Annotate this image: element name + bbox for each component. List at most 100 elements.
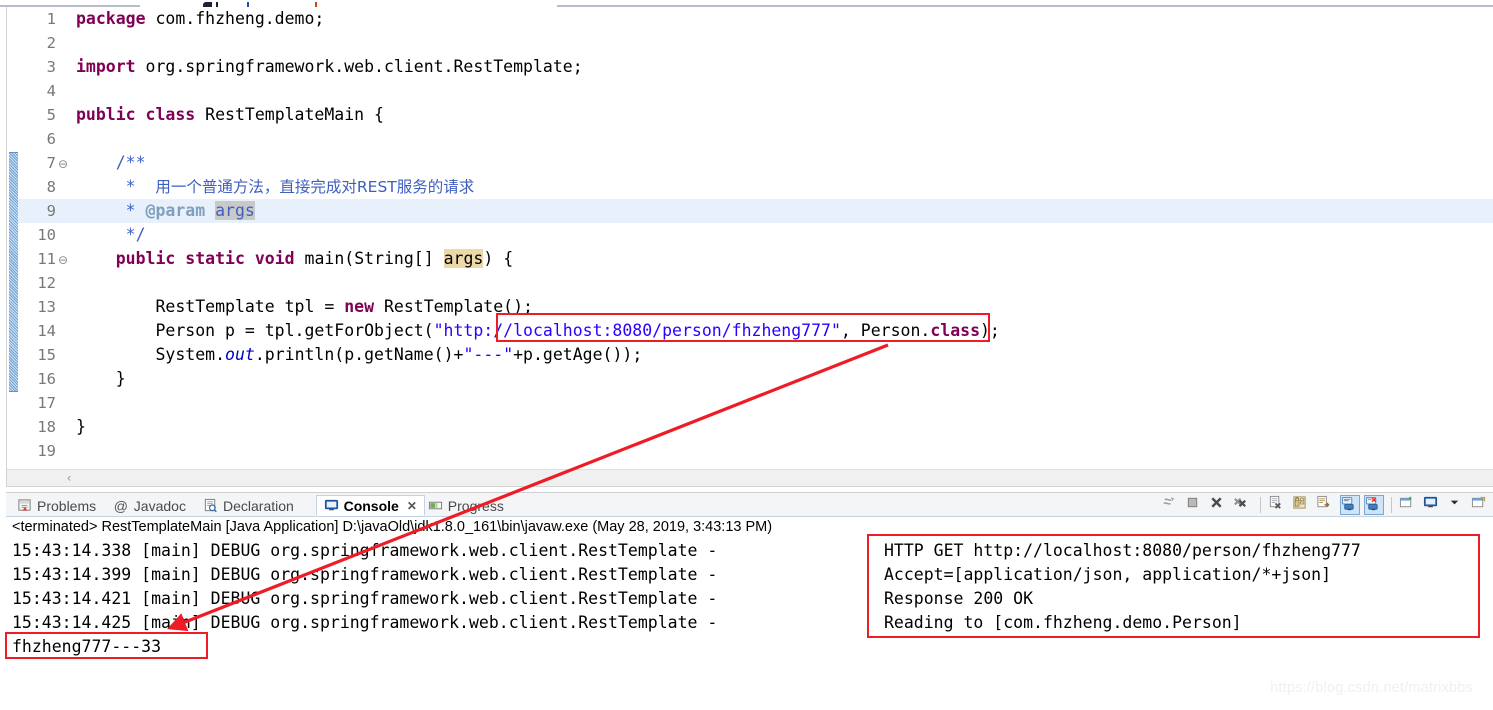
- code-line-13[interactable]: 13 RestTemplate tpl = new RestTemplate()…: [18, 295, 1493, 319]
- token: /**: [115, 153, 146, 172]
- code-line-15[interactable]: 15 System.out.println(p.getName()+"---"+…: [18, 343, 1493, 367]
- code-line-9[interactable]: 9 * @param args: [18, 199, 1493, 223]
- token: *: [76, 201, 146, 220]
- token: }: [76, 417, 86, 436]
- close-icon[interactable]: ✕: [407, 499, 417, 513]
- token: RestTemplate tpl =: [76, 297, 345, 316]
- line-number: 12: [37, 274, 56, 292]
- launch-terminated-label: <terminated> RestTemplateMain [Java Appl…: [12, 519, 773, 535]
- code-line-12[interactable]: 12: [18, 271, 1493, 295]
- token: *: [76, 177, 146, 196]
- show-console-on-output-icon[interactable]: [1340, 495, 1360, 515]
- code-line-3[interactable]: 3 import org.springframework.web.client.R…: [18, 55, 1493, 79]
- token: org.springframework.web.client.RestTempl…: [135, 57, 583, 76]
- tab-progress[interactable]: Progress: [421, 495, 511, 516]
- token: import: [76, 57, 136, 76]
- scroll-left-arrow[interactable]: ‹: [62, 471, 76, 486]
- tab-console[interactable]: Console ✕: [315, 495, 425, 516]
- code-text: }: [70, 367, 126, 391]
- code-line-8[interactable]: 8 * 用一个普通方法，直接完成对REST服务的请求: [18, 175, 1493, 199]
- declaration-icon: [203, 498, 218, 513]
- token: RestTemplateMain {: [195, 105, 384, 124]
- tab-javadoc[interactable]: @ Javadoc: [107, 495, 193, 516]
- token: "http://localhost:8080/person/fhzheng777…: [433, 321, 841, 340]
- display-selected-console-icon[interactable]: [1423, 495, 1443, 515]
- console-output-text[interactable]: 15:43:14.338 [main] DEBUG org.springfram…: [12, 539, 1492, 659]
- code-line-10[interactable]: 10 */: [18, 223, 1493, 247]
- eclipse-ide-window: 1 package com.fhzheng.demo; 2 3 import org.s…: [0, 0, 1493, 710]
- remove-all-terminated-icon[interactable]: [1233, 495, 1253, 515]
- code-line-14[interactable]: 14 Person p = tpl.getForObject("http://l…: [18, 319, 1493, 343]
- tab-label: Declaration: [223, 497, 294, 514]
- code-text: import org.springframework.web.client.Re…: [70, 55, 583, 79]
- terminate-and-relaunch-icon[interactable]: [1161, 495, 1181, 515]
- code-line-1[interactable]: 1 package com.fhzheng.demo;: [18, 7, 1493, 31]
- code-line-17[interactable]: 17: [18, 391, 1493, 415]
- tab-declaration[interactable]: Declaration: [196, 495, 301, 516]
- program-output-line: fhzheng777---33: [12, 637, 162, 656]
- token: out: [225, 345, 255, 364]
- top-editor-tabstrip: [0, 0, 1493, 7]
- line-number: 7: [46, 154, 56, 172]
- remove-launch-icon[interactable]: [1209, 495, 1229, 515]
- tab-label: Javadoc: [133, 497, 186, 514]
- show-console-on-error-icon[interactable]: [1364, 495, 1384, 515]
- editor-horizontal-scrollbar[interactable]: ‹: [7, 469, 1493, 486]
- clear-console-icon[interactable]: [1268, 495, 1288, 515]
- token: ) {: [483, 249, 514, 268]
- code-text: RestTemplate tpl = new RestTemplate();: [70, 295, 533, 319]
- scroll-lock-icon[interactable]: [1292, 495, 1312, 515]
- log-prefix: 15:43:14.425 [main] DEBUG org.springfram…: [12, 613, 728, 632]
- token: .println(p.getName()+: [254, 345, 464, 364]
- console-icon: [324, 498, 339, 513]
- line-number: 18: [37, 418, 56, 436]
- javadoc-at-icon: @: [113, 498, 129, 514]
- code-line-5[interactable]: 5 public class RestTemplateMain {: [18, 103, 1493, 127]
- fold-collapse-icon[interactable]: ⊖: [56, 248, 70, 272]
- tab-problems[interactable]: Problems: [10, 495, 103, 516]
- tab-label: Progress: [447, 497, 504, 514]
- java-source-editor[interactable]: 1 package com.fhzheng.demo; 2 3 import org.s…: [6, 7, 1493, 487]
- token: args: [443, 249, 484, 268]
- blog-watermark: https://blog.csdn.net/matrixbbs: [1270, 680, 1473, 696]
- line-number: 16: [37, 370, 56, 388]
- line-number: 4: [46, 82, 56, 100]
- line-number: 10: [37, 226, 56, 244]
- terminate-icon[interactable]: [1185, 495, 1205, 515]
- code-line-19[interactable]: 19: [18, 439, 1493, 463]
- token: @param: [145, 201, 206, 220]
- line-number: 19: [37, 442, 56, 460]
- token: , Person.: [840, 321, 931, 340]
- code-line-6[interactable]: 6: [18, 127, 1493, 151]
- log-detail: HTTP GET http://localhost:8080/person/fh…: [884, 541, 1361, 560]
- code-line-18[interactable]: 18}: [18, 415, 1493, 439]
- token: class: [145, 105, 196, 124]
- console-dropdown-icon[interactable]: [1447, 495, 1467, 515]
- fold-collapse-icon[interactable]: ⊖: [56, 152, 70, 176]
- console-log-row: 15:43:14.338 [main] DEBUG org.springfram…: [12, 539, 1492, 563]
- word-wrap-icon[interactable]: [1316, 495, 1336, 515]
- source-code-text[interactable]: 1 package com.fhzheng.demo; 2 3 import org.s…: [18, 7, 1493, 469]
- code-line-11[interactable]: 11 ⊖ public static void main(String[] arg…: [18, 247, 1493, 271]
- console-view-toolbar[interactable]: [1161, 493, 1491, 517]
- pin-console-icon[interactable]: [1399, 495, 1419, 515]
- line-number: 2: [46, 34, 56, 52]
- console-log-row: 15:43:14.425 [main] DEBUG org.springfram…: [12, 611, 1492, 635]
- code-line-4[interactable]: 4: [18, 79, 1493, 103]
- code-line-2[interactable]: 2: [18, 31, 1493, 55]
- line-number: 8: [46, 178, 56, 196]
- log-detail: Accept=[application/json, application/*+…: [884, 565, 1332, 584]
- code-line-16[interactable]: 16 }: [18, 367, 1493, 391]
- open-console-icon[interactable]: [1471, 495, 1491, 515]
- code-line-7[interactable]: 7 ⊖ /**: [18, 151, 1493, 175]
- line-number: 14: [37, 322, 56, 340]
- console-log-row: 15:43:14.399 [main] DEBUG org.springfram…: [12, 563, 1492, 587]
- editor-annotation-ruler: [7, 7, 18, 469]
- tab-label: Console: [343, 497, 399, 514]
- code-text: System.out.println(p.getName()+"---"+p.g…: [70, 343, 642, 367]
- log-detail: Reading to [com.fhzheng.demo.Person]: [884, 613, 1242, 632]
